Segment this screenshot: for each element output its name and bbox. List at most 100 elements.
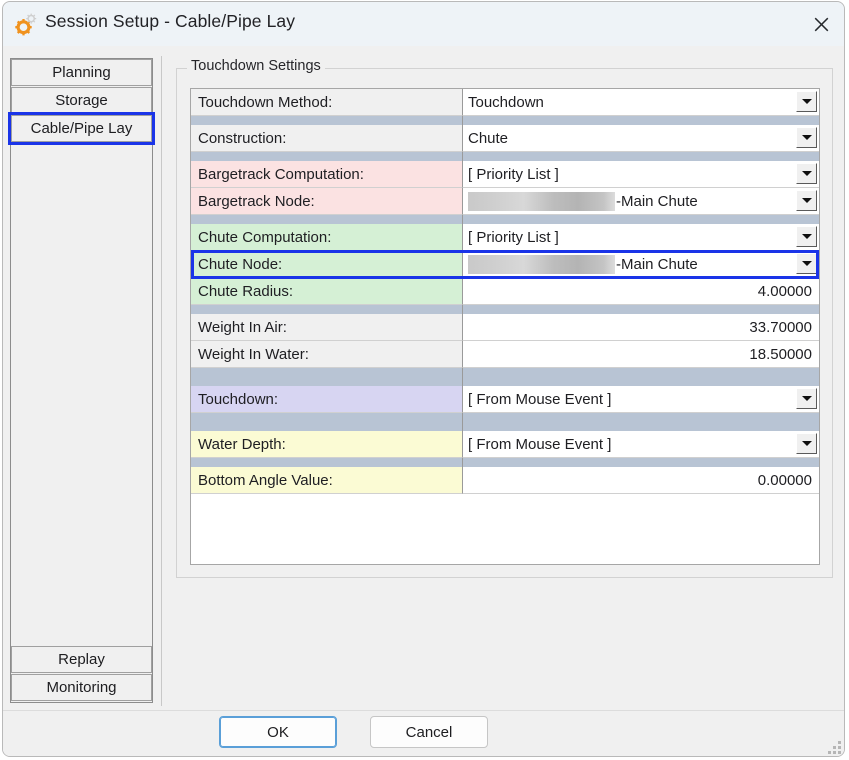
property-value-field[interactable]: 4.00000: [463, 278, 819, 305]
close-icon[interactable]: [798, 2, 844, 46]
property-label: Bargetrack Computation:: [191, 161, 463, 188]
dialog-client-area: Planning Storage Cable/Pipe Lay Replay M…: [3, 46, 844, 756]
title-bar: Session Setup - Cable/Pipe Lay: [3, 2, 844, 46]
property-label: Chute Computation:: [191, 224, 463, 251]
grid-spacer-value-cell: [463, 305, 819, 314]
grid-spacer-row: [191, 152, 819, 161]
sidebar-item-cable-pipe-lay[interactable]: Cable/Pipe Lay: [11, 115, 152, 142]
ok-button[interactable]: OK: [219, 716, 337, 748]
sidebar-tab-strip: Planning Storage Cable/Pipe Lay Replay M…: [10, 58, 153, 703]
grid-spacer-row: [191, 458, 819, 467]
grid-spacer-row: [191, 368, 819, 386]
property-value-dropdown[interactable]: Chute: [463, 125, 819, 152]
property-row: Water Depth: [ From Mouse Event ]: [191, 431, 819, 458]
property-value-text: [ Priority List ]: [468, 229, 559, 246]
sidebar-item-planning[interactable]: Planning: [11, 59, 152, 86]
chevron-down-icon[interactable]: [796, 91, 817, 112]
touchdown-settings-group: Touchdown Settings Touchdown Method:Touc…: [176, 68, 833, 578]
grid-spacer-value-cell: [463, 152, 819, 161]
chevron-down-icon[interactable]: [796, 433, 817, 454]
property-value-text: Touchdown: [468, 94, 544, 111]
property-label: Bargetrack Node:: [191, 188, 463, 215]
property-value-dropdown[interactable]: [ From Mouse Event ]: [463, 431, 819, 458]
property-value-field[interactable]: 33.70000: [463, 314, 819, 341]
property-value-dropdown[interactable]: Touchdown: [463, 89, 819, 116]
property-label: Touchdown:: [191, 386, 463, 413]
cancel-button-label: Cancel: [406, 724, 453, 741]
grid-spacer-label-cell: [191, 458, 463, 467]
property-row: Chute Radius: 4.00000: [191, 278, 819, 305]
property-value-dropdown[interactable]: -Main Chute: [463, 188, 819, 215]
grid-spacer-label-cell: [191, 305, 463, 314]
group-box-legend: Touchdown Settings: [187, 58, 325, 74]
property-row: Construction: Chute: [191, 125, 819, 152]
property-label: Weight In Water:: [191, 341, 463, 368]
property-row: Touchdown: [ From Mouse Event ]: [191, 386, 819, 413]
sidebar-item-label: Monitoring: [46, 679, 116, 696]
property-value-text: 18.50000: [749, 346, 812, 363]
property-row: Bargetrack Computation: [ Priority List ]: [191, 161, 819, 188]
cancel-button[interactable]: Cancel: [370, 716, 488, 748]
property-value-text: -Main Chute: [616, 256, 698, 273]
property-value-dropdown[interactable]: [ Priority List ]: [463, 161, 819, 188]
property-value-text: -Main Chute: [616, 193, 698, 210]
sidebar-item-monitoring[interactable]: Monitoring: [11, 674, 152, 701]
sidebar-item-label: Planning: [52, 64, 110, 81]
grid-spacer-value-cell: [463, 458, 819, 467]
grid-spacer-row: [191, 305, 819, 314]
chevron-down-icon[interactable]: [796, 127, 817, 148]
content-pane: Touchdown Settings Touchdown Method:Touc…: [161, 56, 838, 706]
chevron-down-icon[interactable]: [796, 253, 817, 274]
property-label: Chute Node:: [191, 251, 463, 278]
dialog-button-bar: OK Cancel: [3, 710, 844, 757]
redacted-text-block: [468, 255, 615, 274]
grid-spacer-value-cell: [463, 368, 819, 386]
property-value-dropdown[interactable]: [ From Mouse Event ]: [463, 386, 819, 413]
property-label: Construction:: [191, 125, 463, 152]
sidebar-item-label: Storage: [55, 92, 108, 109]
grid-spacer-label-cell: [191, 413, 463, 431]
property-value-text: Chute: [468, 130, 508, 147]
property-label: Water Depth:: [191, 431, 463, 458]
property-row: Chute Computation: [ Priority List ]: [191, 224, 819, 251]
property-row: Weight In Water: 18.50000: [191, 341, 819, 368]
property-value-text: 0.00000: [758, 472, 812, 489]
property-value-dropdown[interactable]: [ Priority List ]: [463, 224, 819, 251]
grid-spacer-row: [191, 215, 819, 224]
chevron-down-icon[interactable]: [796, 163, 817, 184]
property-row: Touchdown Method:Touchdown: [191, 89, 819, 116]
property-value-dropdown[interactable]: -Main Chute: [463, 251, 819, 278]
gear-icon: [15, 12, 39, 36]
session-setup-dialog: Session Setup - Cable/Pipe Lay Planning …: [2, 1, 845, 757]
chevron-down-icon[interactable]: [796, 226, 817, 247]
grid-spacer-label-cell: [191, 215, 463, 224]
property-value-field[interactable]: 18.50000: [463, 341, 819, 368]
property-value-field[interactable]: 0.00000: [463, 467, 819, 494]
property-grid: Touchdown Method:TouchdownConstruction:C…: [190, 88, 820, 565]
property-label: Chute Radius:: [191, 278, 463, 305]
grid-spacer-label-cell: [191, 152, 463, 161]
property-row: Chute Node: -Main Chute: [191, 251, 819, 278]
redacted-text-block: [468, 192, 615, 211]
grid-spacer-row: [191, 116, 819, 125]
property-value-text: [ Priority List ]: [468, 166, 559, 183]
property-value-text: 4.00000: [758, 283, 812, 300]
sidebar-item-replay[interactable]: Replay: [11, 646, 152, 673]
sidebar-item-label: Replay: [58, 651, 105, 668]
property-label: Bottom Angle Value:: [191, 467, 463, 494]
grid-spacer-value-cell: [463, 215, 819, 224]
chevron-down-icon[interactable]: [796, 190, 817, 211]
grid-spacer-label-cell: [191, 368, 463, 386]
property-value-text: [ From Mouse Event ]: [468, 391, 611, 408]
grid-spacer-value-cell: [463, 116, 819, 125]
grid-spacer-label-cell: [191, 116, 463, 125]
sidebar-item-label: Cable/Pipe Lay: [31, 120, 133, 137]
property-value-text: [ From Mouse Event ]: [468, 436, 611, 453]
property-label: Weight In Air:: [191, 314, 463, 341]
property-row: Bottom Angle Value: 0.00000: [191, 467, 819, 494]
sidebar-item-storage[interactable]: Storage: [11, 87, 152, 114]
property-value-text: 33.70000: [749, 319, 812, 336]
property-row: Bargetrack Node: -Main Chute: [191, 188, 819, 215]
chevron-down-icon[interactable]: [796, 388, 817, 409]
resize-grip[interactable]: [828, 741, 841, 754]
